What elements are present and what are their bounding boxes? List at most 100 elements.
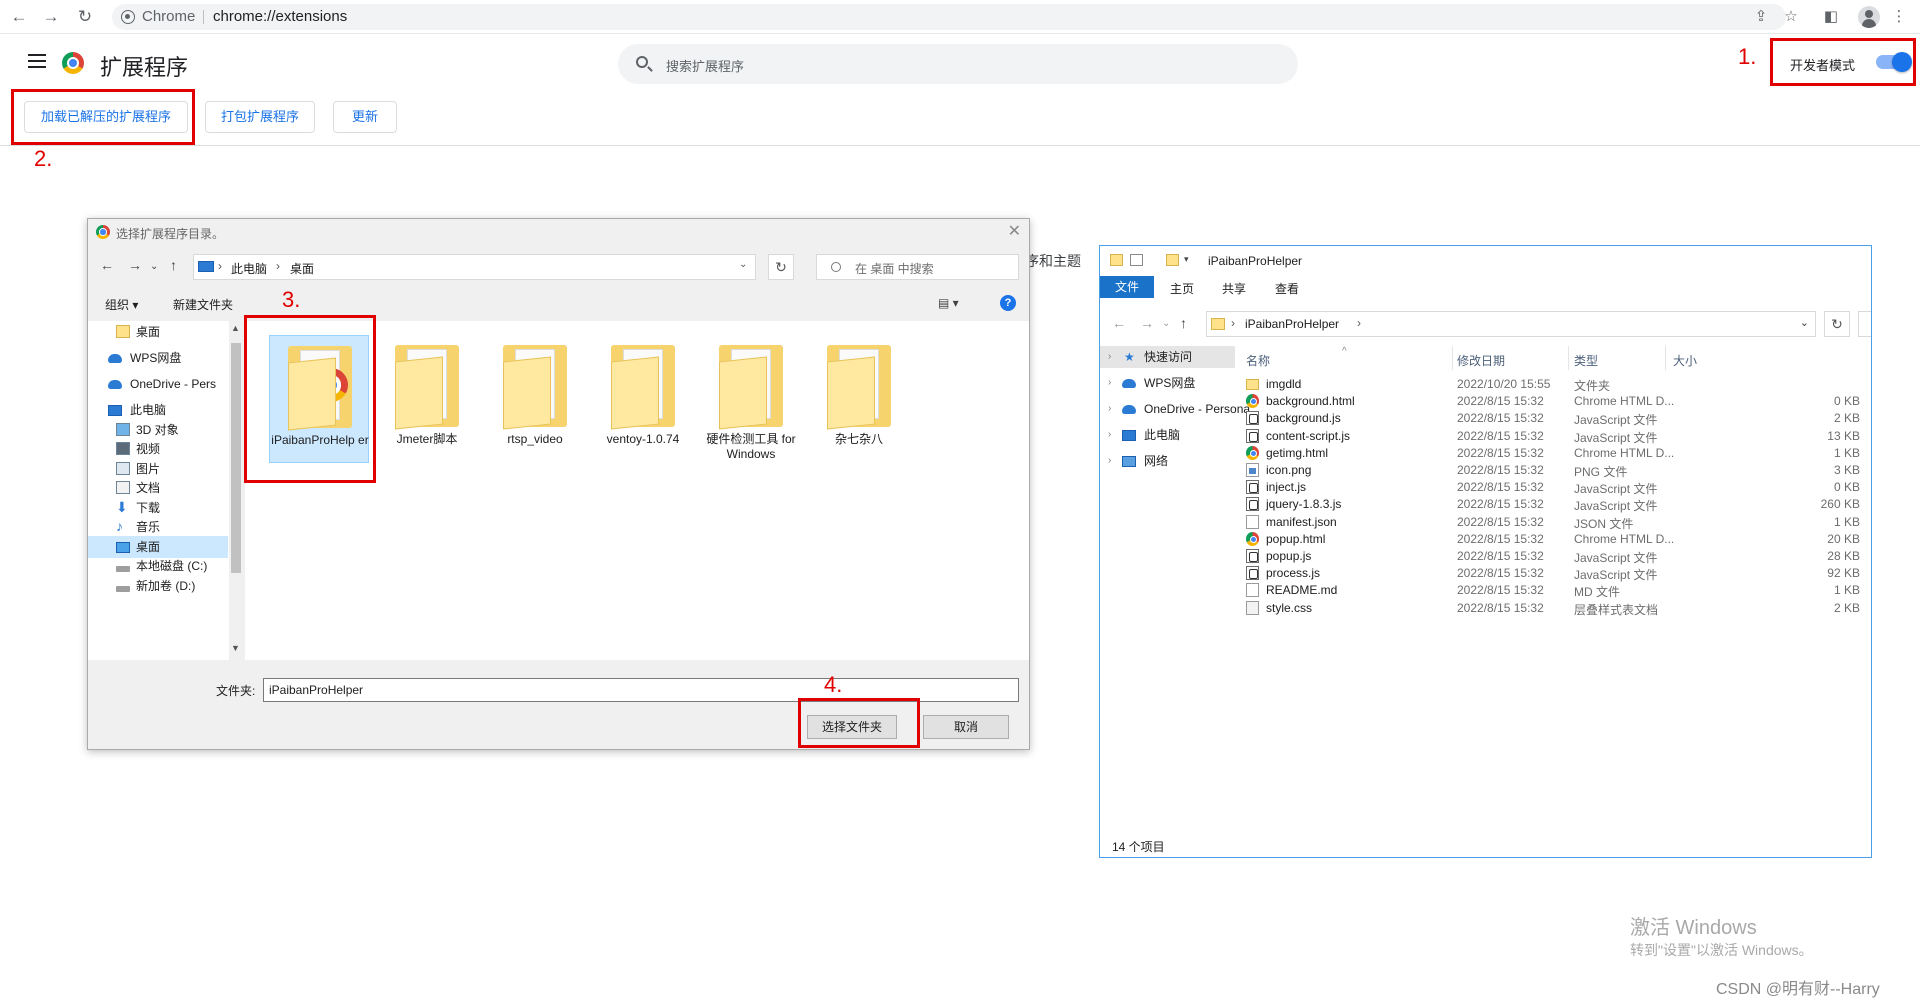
breadcrumb-desktop[interactable]: 桌面: [290, 260, 314, 277]
reload-icon[interactable]: ↻: [72, 4, 98, 30]
forward-arrow-icon[interactable]: →: [1140, 315, 1154, 331]
file-name: process.js: [1266, 566, 1321, 581]
file-row[interactable]: style.css 2022/8/15 15:32 层叠样式表文档 2 KB: [1240, 597, 1870, 618]
chevron-down-icon[interactable]: ⌄: [1800, 316, 1809, 329]
share-icon[interactable]: ⇪: [1748, 4, 1774, 30]
column-divider[interactable]: [1665, 346, 1666, 370]
column-header-type[interactable]: 类型: [1574, 352, 1598, 369]
ribbon-tab-file[interactable]: 文件: [1100, 276, 1154, 298]
file-type: Chrome HTML D...: [1574, 445, 1675, 460]
folder-item[interactable]: 杂七杂八: [809, 335, 909, 463]
activation-watermark-title: 激活 Windows: [1630, 917, 1757, 939]
chevron-down-icon[interactable]: ⌄: [739, 259, 747, 270]
new-folder-icon[interactable]: [1166, 254, 1179, 266]
onedrive-icon: [108, 380, 122, 389]
folder-label: ventoy-1.0.74: [606, 432, 680, 446]
close-icon[interactable]: ✕: [1008, 221, 1021, 241]
url-text[interactable]: chrome://extensions: [213, 8, 347, 25]
cancel-button[interactable]: 取消: [923, 715, 1009, 739]
breadcrumb-current-folder[interactable]: iPaibanProHelper: [1245, 317, 1339, 331]
scroll-up-icon[interactable]: ▲: [231, 323, 240, 333]
tree-item-music[interactable]: ♪ 音乐: [88, 516, 228, 538]
back-arrow-icon[interactable]: ←: [1112, 315, 1126, 331]
chevron-right-icon: ›: [218, 259, 222, 273]
forward-arrow-icon[interactable]: →: [38, 4, 64, 30]
new-folder-button[interactable]: 新建文件夹: [173, 296, 233, 313]
file-size: 28 KB: [1827, 549, 1860, 563]
side-panel-icon[interactable]: ◧: [1818, 4, 1844, 30]
dialog-search-input[interactable]: 在 桌面 中搜索: [816, 254, 1019, 280]
dialog-address-bar[interactable]: › 此电脑 › 桌面 ⌄: [193, 254, 756, 280]
recent-dropdown-icon[interactable]: ⌄: [150, 261, 158, 272]
column-divider[interactable]: [1568, 346, 1569, 370]
video-icon: [116, 442, 130, 455]
explorer-address-bar[interactable]: › iPaibanProHelper › ⌄: [1206, 311, 1816, 337]
explorer-search-input[interactable]: [1858, 311, 1871, 337]
hamburger-menu-icon[interactable]: [28, 54, 46, 68]
toolbar-divider: [0, 145, 1920, 146]
computer-icon: [1122, 430, 1136, 441]
back-arrow-icon[interactable]: ←: [6, 4, 32, 30]
javascript-file-icon: [1246, 566, 1259, 581]
ribbon-tab-view[interactable]: 查看: [1275, 280, 1299, 297]
chevron-right-icon: ›: [1108, 455, 1112, 466]
tree-item-drive-c[interactable]: 本地磁盘 (C:): [88, 555, 228, 577]
scroll-down-icon[interactable]: ▼: [231, 643, 240, 653]
filename-label: 文件夹:: [216, 684, 256, 698]
tree-scrollbar[interactable]: ▲ ▼: [229, 321, 243, 660]
tree-item-onedrive[interactable]: › OneDrive - Persona: [1100, 398, 1250, 420]
back-arrow-icon[interactable]: ←: [100, 257, 114, 273]
column-header-size[interactable]: 大小: [1673, 352, 1697, 369]
highlight-load-unpacked: [11, 89, 195, 145]
organize-button[interactable]: 组织 ▾: [105, 296, 138, 313]
help-icon[interactable]: ?: [1000, 295, 1016, 311]
tree-item-network[interactable]: › 网络: [1100, 450, 1235, 472]
ribbon-tab-share[interactable]: 共享: [1222, 280, 1246, 297]
file-size: 13 KB: [1827, 428, 1860, 443]
search-placeholder: 搜索扩展程序: [666, 59, 745, 74]
tree-item-drive-d[interactable]: 新加卷 (D:): [88, 575, 228, 597]
tree-item-wps[interactable]: WPS网盘: [88, 347, 228, 369]
tree-item-wps[interactable]: › WPS网盘: [1100, 372, 1235, 394]
refresh-icon[interactable]: ↻: [768, 254, 794, 280]
column-header-date[interactable]: 修改日期: [1457, 352, 1505, 369]
document-file-icon: [1246, 583, 1259, 598]
address-bar[interactable]: Chrome chrome://extensions: [112, 4, 1786, 30]
forward-arrow-icon[interactable]: →: [128, 257, 142, 273]
breadcrumb-this-pc[interactable]: 此电脑: [231, 260, 267, 277]
bookmark-star-icon[interactable]: ☆: [1778, 4, 1804, 30]
file-name: icon.png: [1266, 463, 1312, 477]
up-arrow-icon[interactable]: ↑: [1180, 315, 1187, 331]
tree-item-videos[interactable]: 视频: [88, 438, 228, 460]
tree-item-this-pc[interactable]: › 此电脑: [1100, 424, 1235, 446]
folder-icon: [116, 325, 130, 338]
tree-item-this-pc[interactable]: 此电脑: [88, 399, 228, 421]
profile-avatar-icon[interactable]: [1858, 6, 1880, 28]
tree-item-onedrive[interactable]: OneDrive - Pers: [88, 373, 228, 395]
file-size: 1 KB: [1833, 583, 1860, 598]
extension-search-input[interactable]: 搜索扩展程序: [618, 44, 1298, 84]
column-divider[interactable]: [1452, 346, 1453, 370]
tree-item-quick-access[interactable]: › ★ 快速访问: [1100, 346, 1235, 368]
quick-access-dropdown-icon[interactable]: ▾: [1184, 254, 1189, 265]
update-button[interactable]: 更新: [333, 101, 397, 133]
refresh-icon[interactable]: ↻: [1824, 311, 1850, 337]
folder-item[interactable]: ventoy-1.0.74: [593, 335, 693, 463]
up-arrow-icon[interactable]: ↑: [170, 257, 177, 273]
explorer-file-list: 名称 ^ 修改日期 类型 大小 imgdld 2022/10/20 15:55 文件…: [1240, 346, 1870, 816]
recent-dropdown-icon[interactable]: ⌄: [1162, 318, 1170, 329]
folder-item[interactable]: rtsp_video: [485, 335, 585, 463]
file-size: 2 KB: [1833, 600, 1860, 615]
properties-icon[interactable]: [1130, 254, 1143, 266]
column-header-name[interactable]: 名称: [1246, 352, 1270, 369]
folder-item[interactable]: Jmeter脚本: [377, 335, 477, 463]
tree-item-desktop-quick[interactable]: 桌面: [88, 321, 228, 343]
tree-item-documents[interactable]: 文档: [88, 477, 228, 499]
scroll-thumb[interactable]: [231, 343, 241, 573]
folder-label: rtsp_video: [507, 432, 563, 446]
ribbon-tab-home[interactable]: 主页: [1170, 280, 1194, 297]
pack-extension-button[interactable]: 打包扩展程序: [205, 101, 315, 133]
folder-item[interactable]: 硬件检测工具 for Windows: [701, 335, 801, 463]
menu-kebab-icon[interactable]: ⋮: [1886, 4, 1912, 30]
view-options-icon[interactable]: ▤ ▾: [938, 296, 959, 310]
